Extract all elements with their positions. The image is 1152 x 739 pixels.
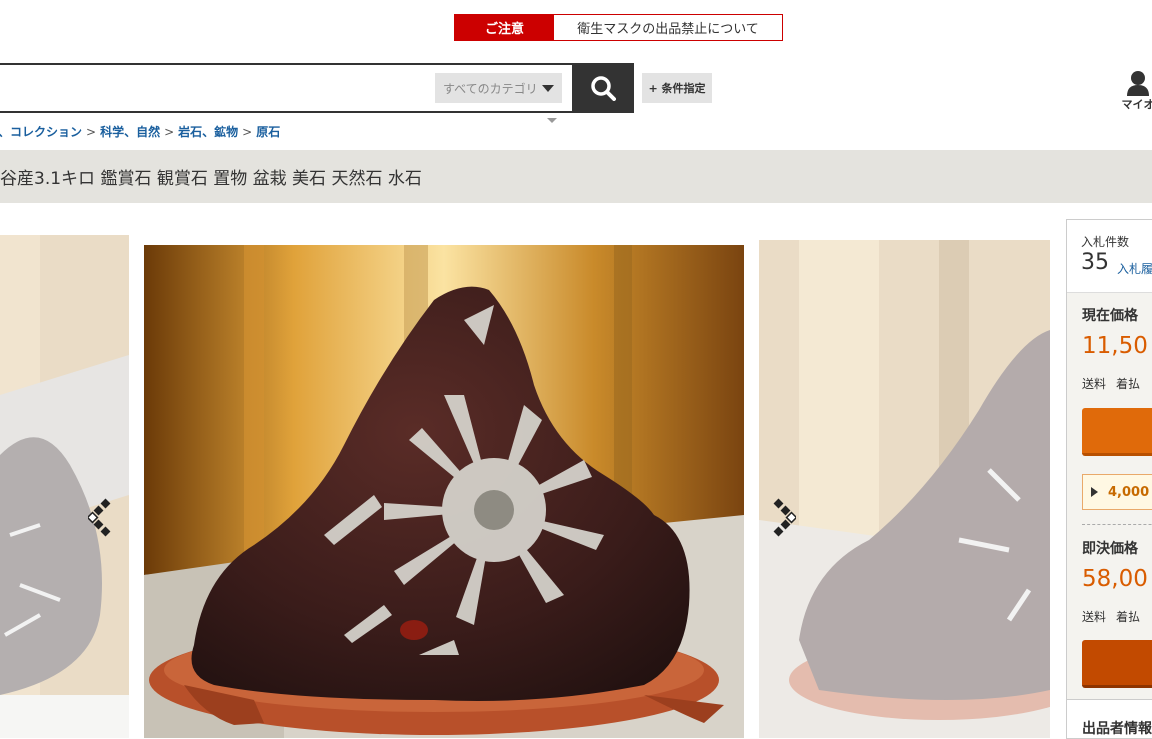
myauction-label: マイオ: [1122, 96, 1152, 112]
bids-count: 35: [1081, 250, 1109, 275]
shipping-info: 送料着払: [1082, 375, 1140, 392]
play-icon: [1091, 487, 1098, 497]
chevron-down-icon: [547, 118, 557, 123]
breadcrumb-separator: >: [86, 125, 96, 139]
item-title: 谷産3.1キロ 鑑賞石 観賞石 置物 盆栽 美石 天然石 水石: [0, 164, 422, 189]
buyout-button[interactable]: [1082, 640, 1152, 688]
breadcrumb: 、コレクション > 科学、自然 > 岩石、鉱物 > 原石: [0, 123, 280, 140]
quick-bid-button[interactable]: 4,000: [1082, 474, 1152, 510]
prev-product-image[interactable]: [0, 235, 129, 738]
price-panel: 入札件数 35 入札履 現在価格 11,50 送料着払 4,000 即決価格 5…: [1066, 219, 1152, 739]
divider: [1082, 524, 1152, 525]
myauction-link[interactable]: マイオ: [1118, 70, 1152, 115]
shipping-value: 着払: [1116, 377, 1140, 391]
main-product-image[interactable]: [144, 245, 744, 738]
search-icon: [590, 75, 616, 101]
category-select[interactable]: すべてのカテゴリ: [435, 73, 562, 103]
notice-banner[interactable]: ご注意 衛生マスクの出品禁止について: [454, 14, 783, 41]
shipping-label: 送料: [1082, 610, 1106, 624]
breadcrumb-item[interactable]: 、コレクション: [0, 125, 82, 139]
condition-button[interactable]: + 条件指定: [642, 73, 712, 103]
notice-tag: ご注意: [455, 15, 554, 40]
search-button[interactable]: [572, 63, 634, 113]
current-price-label: 現在価格: [1082, 305, 1138, 325]
price-section: 現在価格 11,50 送料着払 4,000 即決価格 58,00 送料着払: [1067, 292, 1152, 739]
user-icon: [1126, 70, 1150, 96]
bid-history-link[interactable]: 入札履: [1117, 260, 1152, 277]
seller-info: 出品者情報: [1067, 699, 1152, 739]
item-title-bar: 谷産3.1キロ 鑑賞石 観賞石 置物 盆栽 美石 天然石 水石: [0, 150, 1152, 203]
breadcrumb-item[interactable]: 岩石、鉱物: [178, 125, 238, 139]
current-price: 11,50: [1082, 333, 1148, 359]
bids-label: 入札件数: [1081, 233, 1129, 250]
bid-button[interactable]: [1082, 408, 1152, 456]
breadcrumb-item[interactable]: 科学、自然: [100, 125, 160, 139]
shipping-label: 送料: [1082, 377, 1106, 391]
next-product-image[interactable]: [759, 240, 1050, 738]
prev-arrow-icon[interactable]: [88, 498, 112, 538]
buyout-shipping-info: 送料着払: [1082, 608, 1140, 625]
chevron-down-icon: [542, 85, 554, 92]
category-select-label: すべてのカテゴリ: [443, 80, 538, 97]
next-arrow-icon[interactable]: [772, 498, 796, 538]
breadcrumb-separator: >: [164, 125, 174, 139]
shipping-value: 着払: [1116, 610, 1140, 624]
breadcrumb-item[interactable]: 原石: [256, 125, 280, 139]
notice-message[interactable]: 衛生マスクの出品禁止について: [554, 15, 782, 40]
quick-bid-amount: 4,000: [1108, 485, 1149, 500]
buyout-price: 58,00: [1082, 566, 1148, 592]
breadcrumb-separator: >: [242, 125, 252, 139]
seller-info-label: 出品者情報: [1082, 718, 1152, 738]
buyout-price-label: 即決価格: [1082, 538, 1138, 558]
